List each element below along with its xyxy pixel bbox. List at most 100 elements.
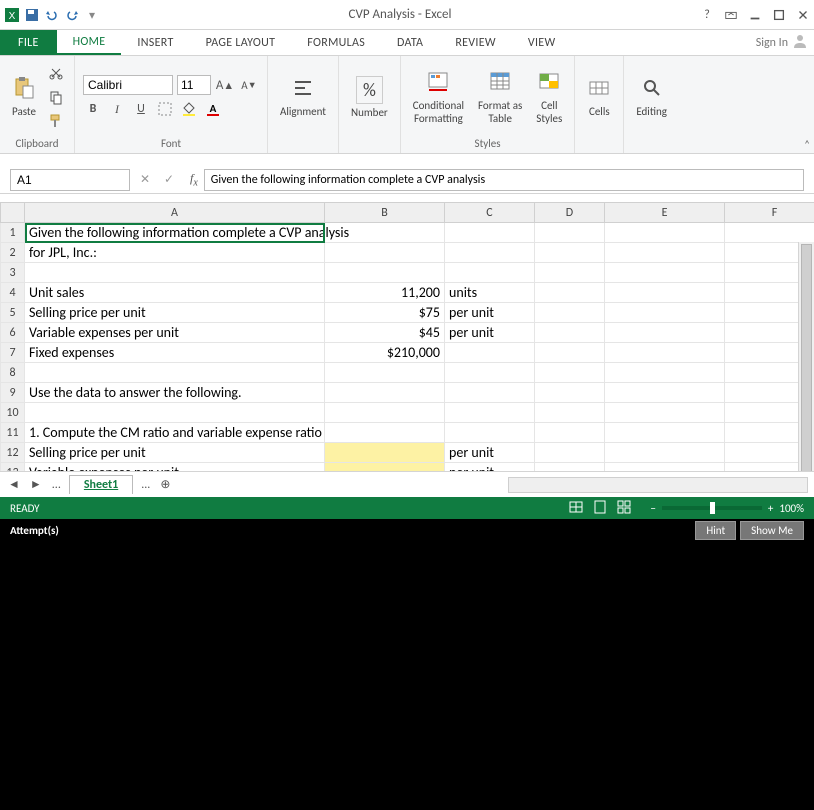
cell[interactable]	[325, 463, 445, 472]
row-header[interactable]: 1	[1, 223, 25, 243]
sign-in-link[interactable]: Sign In	[756, 30, 814, 55]
cell[interactable]: Selling price per unit	[25, 443, 325, 463]
show-me-button[interactable]: Show Me	[740, 521, 804, 540]
cell[interactable]	[325, 443, 445, 463]
ribbon-options-icon[interactable]	[724, 8, 738, 22]
cell[interactable]	[535, 303, 605, 323]
tab-file[interactable]: FILE	[0, 30, 57, 55]
cell[interactable]: 1. Compute the CM ratio and variable exp…	[25, 423, 325, 443]
row-header[interactable]: 7	[1, 343, 25, 363]
alignment-button[interactable]: Alignment	[276, 74, 330, 120]
tab-formulas[interactable]: FORMULAS	[291, 30, 381, 55]
cell[interactable]	[605, 223, 725, 243]
zoom-in-icon[interactable]: +	[768, 502, 773, 515]
cell[interactable]	[325, 363, 445, 383]
tab-home[interactable]: HOME	[57, 30, 122, 55]
enter-formula-icon[interactable]: ✓	[158, 172, 180, 187]
format-as-table-button[interactable]: Format as Table	[474, 68, 526, 127]
cell[interactable]	[445, 243, 535, 263]
editing-button[interactable]: Editing	[632, 74, 671, 120]
font-name-input[interactable]	[83, 75, 173, 95]
shrink-font-icon[interactable]: A▼	[239, 75, 259, 95]
column-header[interactable]: E	[605, 203, 725, 223]
new-sheet-icon[interactable]: ⊕	[158, 477, 172, 492]
maximize-icon[interactable]	[772, 8, 786, 22]
cell-styles-button[interactable]: Cell Styles	[532, 68, 566, 127]
tab-page-layout[interactable]: PAGE LAYOUT	[190, 30, 292, 55]
cell[interactable]	[605, 343, 725, 363]
column-header[interactable]: B	[325, 203, 445, 223]
cell[interactable]	[535, 223, 605, 243]
select-all-corner[interactable]	[1, 203, 25, 223]
sheet-nav-more[interactable]: ...	[139, 478, 152, 492]
cell[interactable]	[535, 343, 605, 363]
cell[interactable]	[725, 223, 814, 243]
sheet-nav-next-icon[interactable]: ►	[28, 477, 44, 492]
cell[interactable]	[535, 423, 605, 443]
cell[interactable]	[535, 383, 605, 403]
cell[interactable]	[535, 443, 605, 463]
close-icon[interactable]	[796, 8, 810, 22]
column-header[interactable]: A	[25, 203, 325, 223]
fill-color-icon[interactable]	[179, 99, 199, 119]
cell[interactable]	[535, 463, 605, 472]
formula-bar[interactable]: Given the following information complete…	[204, 169, 804, 191]
cell[interactable]	[325, 383, 445, 403]
cell[interactable]: Unit sales	[25, 283, 325, 303]
conditional-formatting-button[interactable]: Conditional Formatting	[409, 68, 468, 127]
cell[interactable]	[605, 283, 725, 303]
cell[interactable]	[445, 423, 535, 443]
cell[interactable]	[25, 403, 325, 423]
cell[interactable]	[535, 403, 605, 423]
cell[interactable]: Variable expenses per unit	[25, 323, 325, 343]
bold-button[interactable]: B	[83, 99, 103, 119]
row-header[interactable]: 13	[1, 463, 25, 472]
font-size-input[interactable]	[177, 75, 211, 95]
row-header[interactable]: 4	[1, 283, 25, 303]
tab-insert[interactable]: INSERT	[121, 30, 189, 55]
cell[interactable]	[25, 263, 325, 283]
cell[interactable]	[605, 303, 725, 323]
cell[interactable]	[605, 383, 725, 403]
cell[interactable]	[445, 363, 535, 383]
cancel-formula-icon[interactable]: ✕	[134, 172, 156, 187]
minimize-icon[interactable]	[748, 8, 762, 22]
paste-button[interactable]: Paste	[8, 74, 40, 120]
row-header[interactable]: 5	[1, 303, 25, 323]
sheet-nav-prev-icon[interactable]: ◄	[6, 477, 22, 492]
row-header[interactable]: 12	[1, 443, 25, 463]
cell[interactable]	[535, 323, 605, 343]
cell[interactable]	[445, 223, 535, 243]
zoom-out-icon[interactable]: −	[650, 502, 655, 515]
fx-icon[interactable]: fx	[184, 171, 204, 188]
row-header[interactable]: 9	[1, 383, 25, 403]
tab-data[interactable]: DATA	[381, 30, 439, 55]
cell[interactable]	[605, 423, 725, 443]
format-painter-icon[interactable]	[46, 111, 66, 131]
grow-font-icon[interactable]: A▲	[215, 75, 235, 95]
save-icon[interactable]	[24, 7, 40, 23]
row-header[interactable]: 6	[1, 323, 25, 343]
cell[interactable]: Given the following information complete…	[25, 223, 325, 243]
cell[interactable]	[605, 363, 725, 383]
cell[interactable]	[325, 423, 445, 443]
row-header[interactable]: 3	[1, 263, 25, 283]
column-header[interactable]: C	[445, 203, 535, 223]
underline-button[interactable]: U	[131, 99, 151, 119]
row-header[interactable]: 8	[1, 363, 25, 383]
hint-button[interactable]: Hint	[695, 521, 736, 540]
page-break-view-icon[interactable]	[616, 499, 632, 518]
cell[interactable]: Variable expenses per unit	[25, 463, 325, 472]
cell[interactable]: units	[445, 283, 535, 303]
cell[interactable]	[535, 283, 605, 303]
row-header[interactable]: 2	[1, 243, 25, 263]
cell[interactable]	[25, 363, 325, 383]
page-layout-view-icon[interactable]	[592, 499, 608, 518]
normal-view-icon[interactable]	[568, 499, 584, 518]
undo-icon[interactable]	[44, 7, 60, 23]
horizontal-scrollbar[interactable]	[508, 477, 808, 493]
cell[interactable]	[325, 263, 445, 283]
cell[interactable]: Fixed expenses	[25, 343, 325, 363]
cell[interactable]: per unit	[445, 303, 535, 323]
cell[interactable]	[535, 263, 605, 283]
